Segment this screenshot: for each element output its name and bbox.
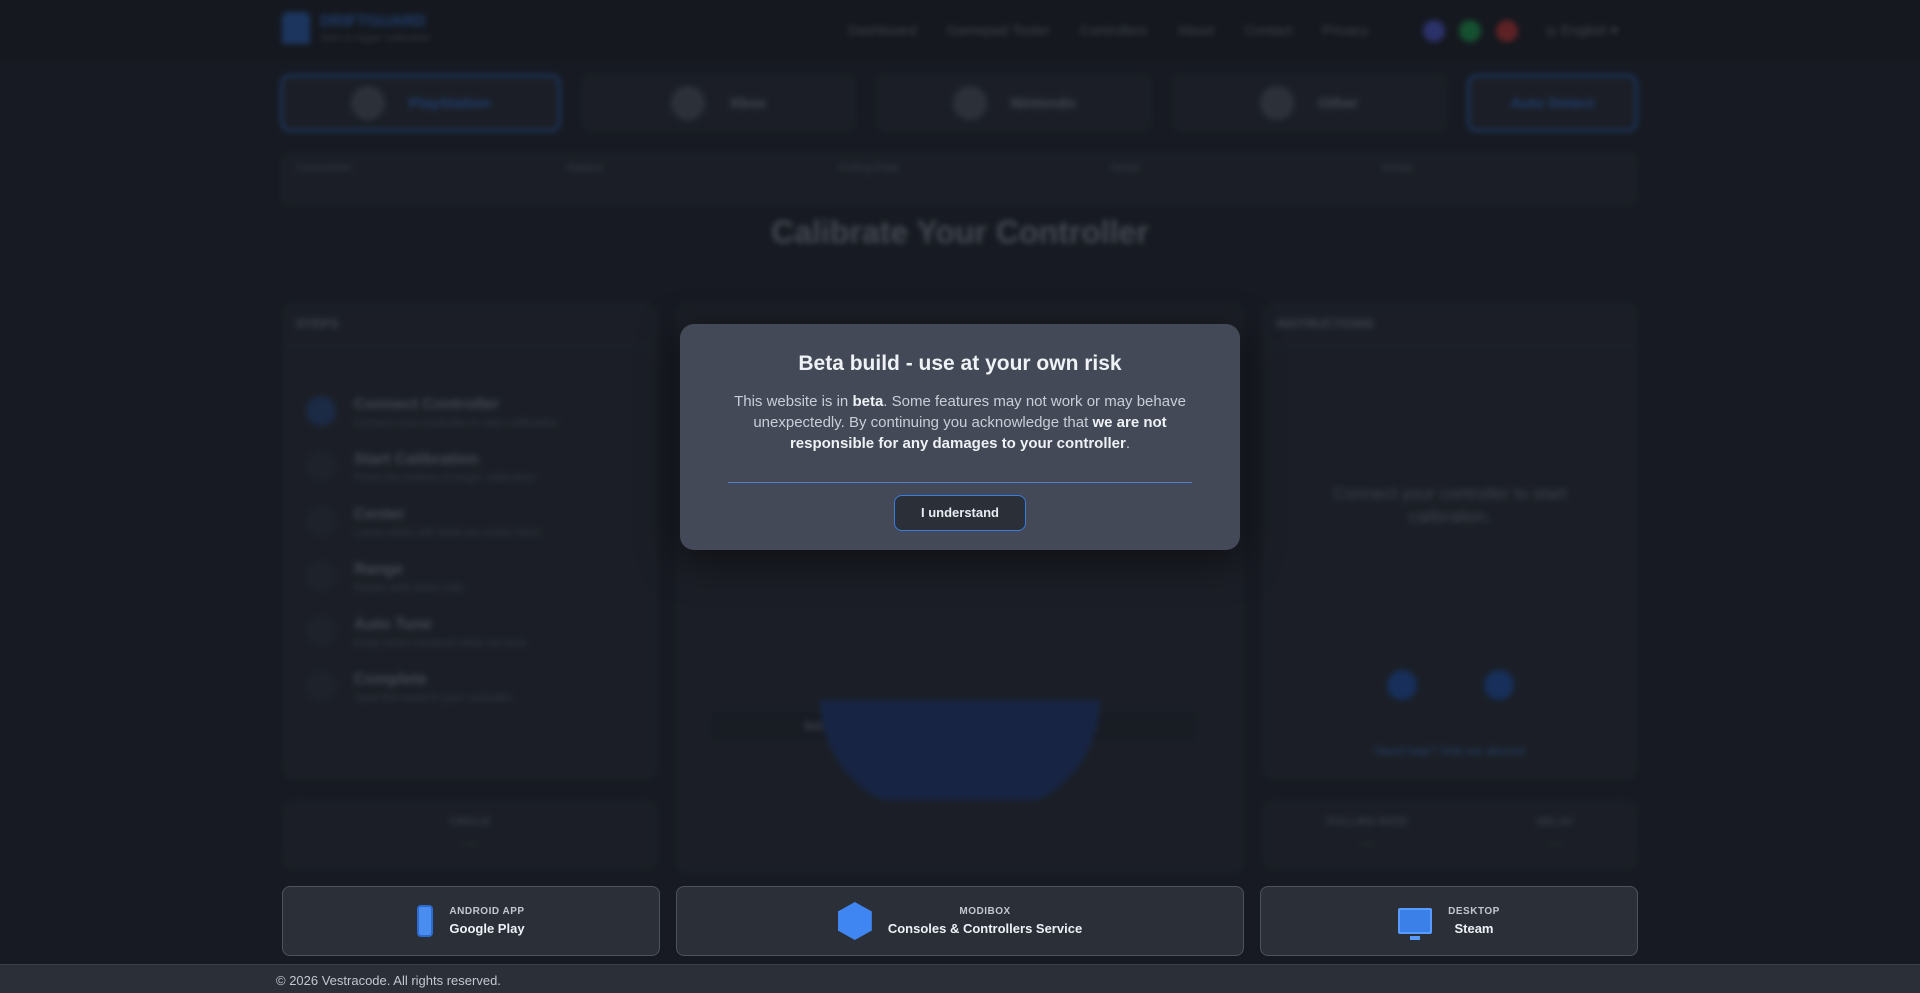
cube-icon	[837, 902, 872, 940]
i-understand-button[interactable]: I understand	[894, 495, 1026, 531]
copyright-footer: © 2026 Vestracode. All rights reserved.	[0, 964, 1920, 993]
card-title: Google Play	[449, 921, 525, 936]
modal-emphasis: beta	[852, 393, 884, 410]
card-title: Steam	[1454, 921, 1494, 936]
modal-title: Beta build - use at your own risk	[798, 352, 1122, 375]
footer-cards: ANDROID APP Google Play MODIBOX Consoles &…	[282, 886, 1638, 956]
modal-text: .	[1125, 435, 1131, 452]
card-kicker: DESKTOP	[1448, 906, 1500, 917]
card-kicker: ANDROID APP	[449, 906, 525, 917]
modibox-card[interactable]: MODIBOX Consoles & Controllers Service	[676, 886, 1244, 956]
android-app-card[interactable]: ANDROID APP Google Play	[282, 886, 660, 956]
monitor-icon	[1398, 908, 1433, 940]
desktop-card[interactable]: DESKTOP Steam	[1260, 886, 1638, 956]
modal-text: This website is in	[734, 393, 853, 410]
card-title: Consoles & Controllers Service	[887, 921, 1083, 936]
modal-divider	[728, 482, 1192, 483]
beta-warning-modal: Beta build - use at your own risk This w…	[680, 324, 1240, 550]
card-kicker: MODIBOX	[959, 906, 1011, 917]
modal-body: This website is in beta. Some features m…	[726, 391, 1194, 454]
phone-icon	[417, 905, 434, 937]
